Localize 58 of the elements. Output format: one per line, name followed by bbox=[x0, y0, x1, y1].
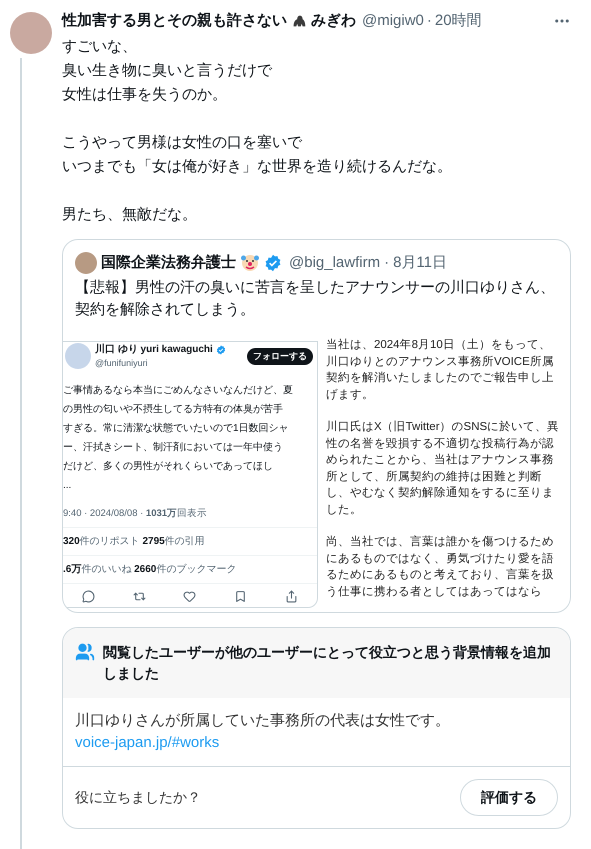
heart-icon bbox=[183, 590, 196, 603]
repost-icon bbox=[132, 590, 146, 603]
note-title: 閲覧したユーザーが他のユーザーにとって役立つと思う背景情報を追加しました bbox=[103, 642, 552, 683]
post-text-line: いつまでも「女は俺が好き」な世界を造り続けるんだな。 bbox=[62, 156, 452, 176]
author-name[interactable]: 性加害する男とその親も許さない bbox=[62, 10, 287, 32]
statement-line: にあるものではなく、勇気づけたり愛を語 bbox=[326, 552, 554, 566]
statement-line: 川口氏はX（旧Twitter）のSNSに於いて、異 bbox=[326, 420, 560, 435]
author-name-suffix[interactable]: みぎわ bbox=[311, 10, 356, 32]
statement-line: 契約を解消いたしましたのでご報告申し上 bbox=[326, 370, 554, 386]
tweet-text-line: ー、汗拭きシート、制汗剤においては一年中使う bbox=[63, 440, 283, 454]
tweet-text-line: の男性の匂いや不摂生してる方特有の体臭が苦手 bbox=[63, 402, 283, 416]
users-icon bbox=[75, 642, 95, 662]
post-text-line: 男たち、無敵だな。 bbox=[62, 204, 197, 224]
post-time[interactable]: 20時間 bbox=[434, 10, 482, 32]
quote-card[interactable] bbox=[62, 238, 571, 613]
rate-button[interactable]: 評価する bbox=[460, 778, 558, 816]
post-date: 8月11日 bbox=[393, 252, 448, 272]
statement-line: げます。 bbox=[326, 388, 374, 402]
tweet-text-line: ご事情あるなら本当にごめんなさいなんだけど、夏 bbox=[63, 384, 293, 398]
verified-badge-icon bbox=[264, 254, 282, 272]
post-text-line: すごいな、 bbox=[62, 36, 137, 56]
statement-line: 性の名誉を毀損する不適切な投稿行為が認 bbox=[326, 436, 554, 452]
clown-face-icon bbox=[240, 252, 260, 273]
tweet-stats: 320件のリポスト 2795件の引用 bbox=[63, 528, 317, 556]
post-text-line: 臭い生き物に臭いと言うだけで bbox=[62, 60, 272, 80]
quote-text: 【悲報】男性の汗の臭いに苦言を呈したアナウンサーの川口ゆりさん、契約を解除されてしまう。 bbox=[75, 278, 556, 320]
helpful-question: 役に立ちましたか？ bbox=[75, 788, 201, 807]
statement-line: められたことから、当社はアナウンス事務 bbox=[326, 452, 554, 468]
author-name: 国際企業法務弁護士 bbox=[101, 252, 236, 272]
tweet-meta: 9:40 · 2024/08/08 · 1031万回表示 bbox=[63, 506, 317, 528]
note-text: 川口ゆりさんが所属していた事務所の代表は女性です。 bbox=[75, 710, 451, 731]
statement-line: し、やむなく契約解除通知をするに至りま bbox=[326, 486, 554, 501]
user-handle: @big_lawfirm bbox=[289, 252, 380, 272]
author-name: 川口 ゆり yuri kawaguchi bbox=[95, 342, 213, 357]
tweet-stats: .6万件のいいね 2660件のブックマーク bbox=[63, 556, 317, 584]
tweet-text-line: すぎる。常に清潔な状態でいたいので1日数回シャ bbox=[63, 422, 289, 436]
separator-dot: · bbox=[426, 11, 432, 31]
statement-line: 当社は、2024年8月10日（土）をもって、 bbox=[326, 338, 551, 353]
avatar bbox=[75, 252, 97, 274]
statement-line: 尚、当社では、言葉は誰かを傷つけるため bbox=[326, 534, 554, 550]
statement-line: 所として、所属契約の維持は困難と判断 bbox=[326, 470, 542, 484]
separator-dot: · bbox=[384, 252, 390, 272]
statement-line: 川口ゆりとのアナウンス事務所VOICE所属 bbox=[326, 354, 554, 370]
avatar bbox=[65, 343, 91, 370]
statement-line: う仕事に携わる者としてはあってはなら bbox=[326, 584, 542, 600]
verified-badge-icon bbox=[216, 344, 226, 354]
tweet-text-line: ... bbox=[63, 478, 72, 492]
statement-line: るためにあるものと考えており、言葉を扱 bbox=[326, 567, 554, 583]
post-text-line: 女性は仕事を失うのか。 bbox=[62, 84, 227, 104]
user-handle: @funifuniyuri bbox=[95, 357, 149, 370]
statement-line: した。 bbox=[326, 502, 362, 518]
follow-button: フォローする bbox=[247, 348, 313, 365]
share-icon bbox=[285, 590, 298, 603]
user-handle[interactable]: @migiw0 bbox=[362, 10, 424, 32]
post-text-line: こうやって男様は女性の口を塞いで bbox=[62, 132, 302, 152]
bookmark-icon bbox=[234, 590, 248, 603]
tweet-text-line: だけど、多くの男性がそれくらいであってほし bbox=[63, 460, 273, 474]
reply-icon bbox=[82, 590, 95, 603]
